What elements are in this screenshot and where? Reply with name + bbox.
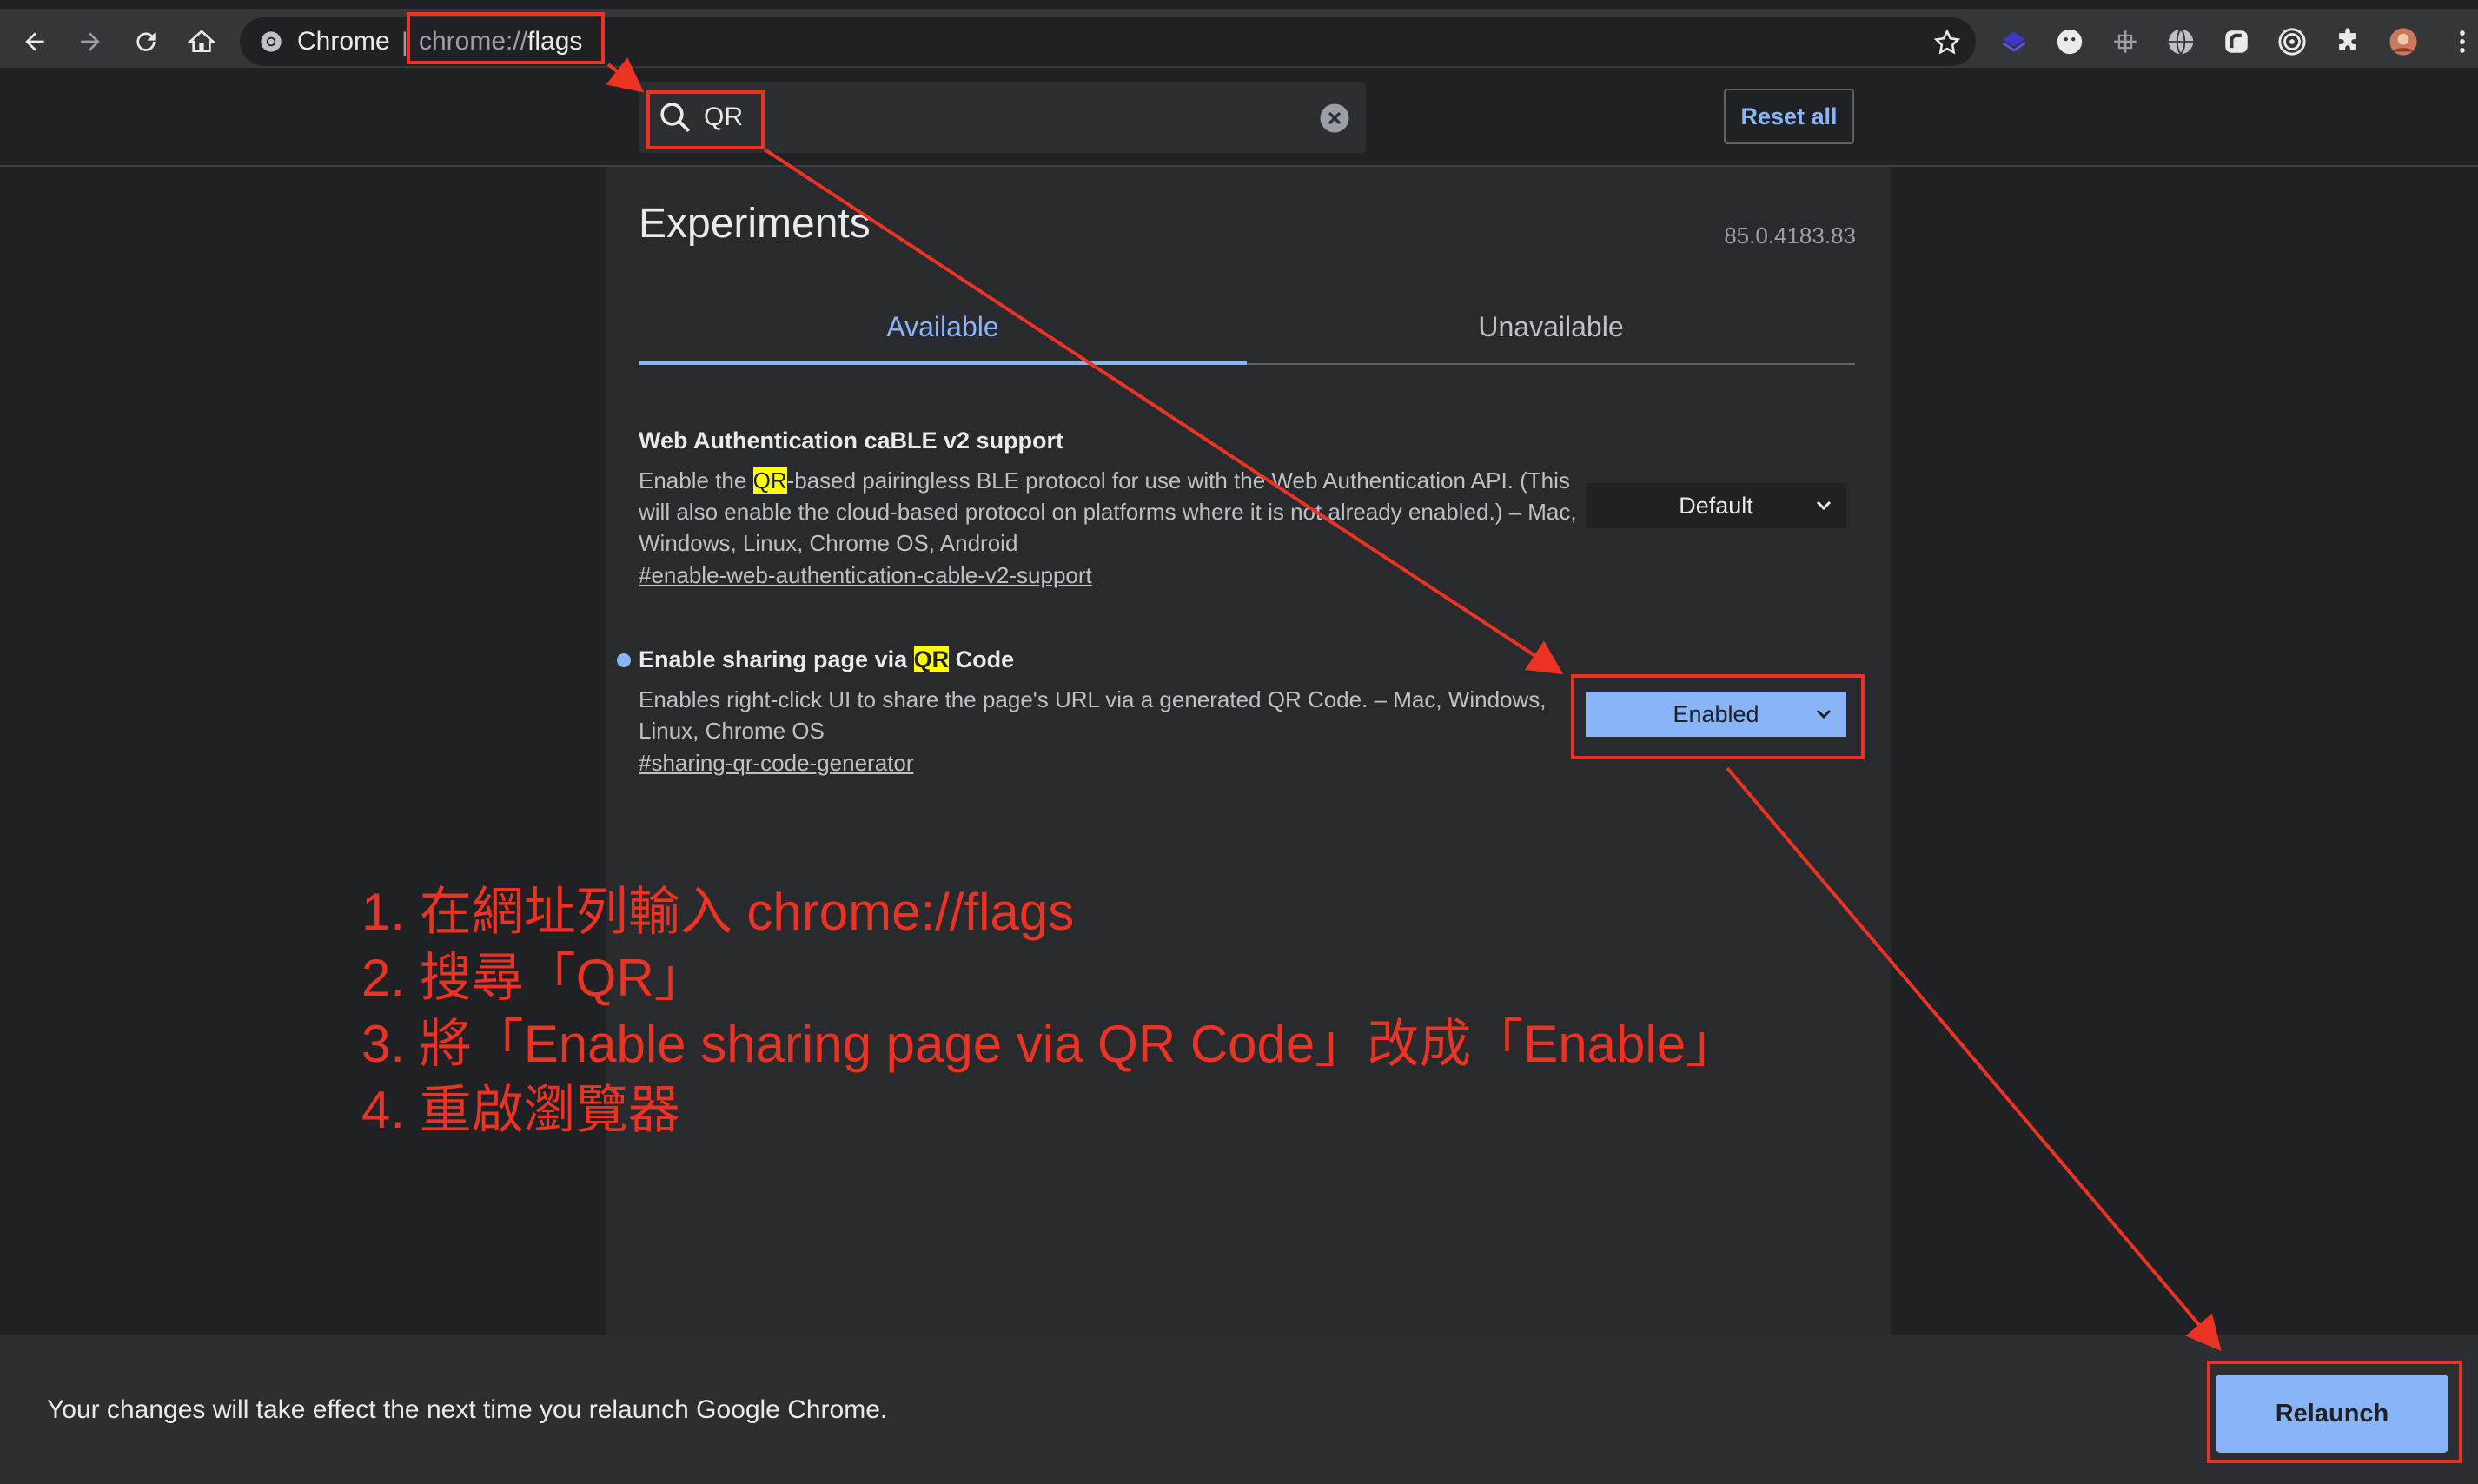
- search-box[interactable]: [639, 82, 1366, 153]
- extension-globe-icon[interactable]: [2165, 26, 2196, 57]
- right-gutter: [1891, 167, 2478, 1335]
- flag-permalink[interactable]: #sharing-qr-code-generator: [639, 750, 914, 777]
- search-highlight: QR: [752, 467, 787, 494]
- chrome-icon: [261, 31, 282, 52]
- flag-description-start: Enable the: [639, 467, 753, 494]
- left-gutter: [0, 167, 606, 1335]
- forward-arrow-icon: [81, 32, 100, 51]
- extension-layers-icon[interactable]: [1998, 26, 2030, 57]
- experiments-panel: Experiments 85.0.4183.83 Available Unava…: [606, 167, 1891, 1335]
- bookmark-star-icon[interactable]: [1932, 28, 1962, 57]
- flag-select-value: Default: [1679, 492, 1753, 519]
- search-input[interactable]: [702, 94, 1279, 141]
- extensions-puzzle-icon[interactable]: [2332, 26, 2363, 57]
- back-arrow-icon: [25, 32, 44, 51]
- url-path: flags: [527, 27, 583, 56]
- flag-title: Web Authentication caBLE v2 support: [639, 427, 1064, 454]
- forward-button[interactable]: [71, 23, 109, 61]
- tab-available[interactable]: Available: [639, 295, 1247, 358]
- url-text[interactable]: chrome://flags: [419, 27, 582, 56]
- instruction-step: 4. 重啟瀏覽器: [361, 1081, 680, 1139]
- back-button[interactable]: [16, 23, 54, 61]
- profile-avatar[interactable]: [2388, 26, 2419, 57]
- extension-face-icon[interactable]: [2054, 26, 2085, 57]
- chevron-down-icon: [1816, 709, 1832, 719]
- flag-select-enabled[interactable]: Enabled: [1586, 692, 1846, 737]
- url-prefix: chrome://: [419, 27, 528, 56]
- tab-unavailable[interactable]: Unavailable: [1247, 295, 1855, 358]
- omnibox-separator: |: [401, 28, 408, 56]
- instruction-step: 1. 在網址列輸入 chrome://flags: [361, 883, 1075, 941]
- extension-crosshair-icon[interactable]: [2110, 26, 2141, 57]
- instruction-step: 2. 搜尋「QR」: [361, 949, 706, 1007]
- relaunch-button[interactable]: Relaunch: [2216, 1375, 2448, 1453]
- home-icon: [188, 30, 215, 52]
- instruction-step: 3. 將「Enable sharing page via QR Code」改成「…: [361, 1015, 1739, 1073]
- extension-target-icon[interactable]: [2276, 26, 2308, 57]
- reload-icon: [136, 32, 156, 51]
- clear-search-icon[interactable]: [1319, 103, 1350, 134]
- flags-header: Reset all: [0, 68, 2478, 167]
- reload-button[interactable]: [127, 23, 165, 61]
- page-title: Experiments: [639, 201, 871, 247]
- site-chip-label: Chrome: [297, 27, 390, 56]
- home-button[interactable]: [182, 23, 221, 61]
- active-tab-indicator: [639, 361, 1247, 365]
- flag-title-end: Code: [949, 646, 1015, 672]
- reset-all-button[interactable]: Reset all: [1724, 89, 1854, 144]
- extension-quote-icon[interactable]: [2221, 26, 2252, 57]
- modified-indicator-dot: [617, 653, 631, 667]
- browser-toolbar: Chrome | chrome://flags: [0, 0, 2478, 68]
- search-icon: [660, 103, 691, 133]
- flag-title: Enable sharing page via QR Code: [639, 646, 1855, 673]
- flag-title-start: Enable sharing page via: [639, 646, 914, 672]
- flag-select-value: Enabled: [1673, 700, 1759, 727]
- relaunch-banner: Your changes will take effect the next t…: [0, 1335, 2478, 1484]
- chevron-down-icon: [1816, 500, 1832, 511]
- flag-description: Enable the QR-based pairingless BLE prot…: [639, 465, 1577, 559]
- flag-description: Enables right-click UI to share the page…: [639, 686, 1547, 744]
- flag-permalink[interactable]: #enable-web-authentication-cable-v2-supp…: [639, 562, 1092, 589]
- address-bar[interactable]: Chrome | chrome://flags: [240, 17, 1976, 66]
- flag-select-default[interactable]: Default: [1586, 483, 1846, 528]
- menu-kebab-icon[interactable]: [2447, 26, 2478, 57]
- search-highlight: QR: [913, 646, 950, 672]
- relaunch-message: Your changes will take effect the next t…: [47, 1395, 888, 1424]
- instruction-annotation: 1. 在網址列輸入 chrome://flags 2. 搜尋「QR」 3. 將「…: [361, 879, 1738, 1143]
- version-label: 85.0.4183.83: [1724, 222, 1856, 248]
